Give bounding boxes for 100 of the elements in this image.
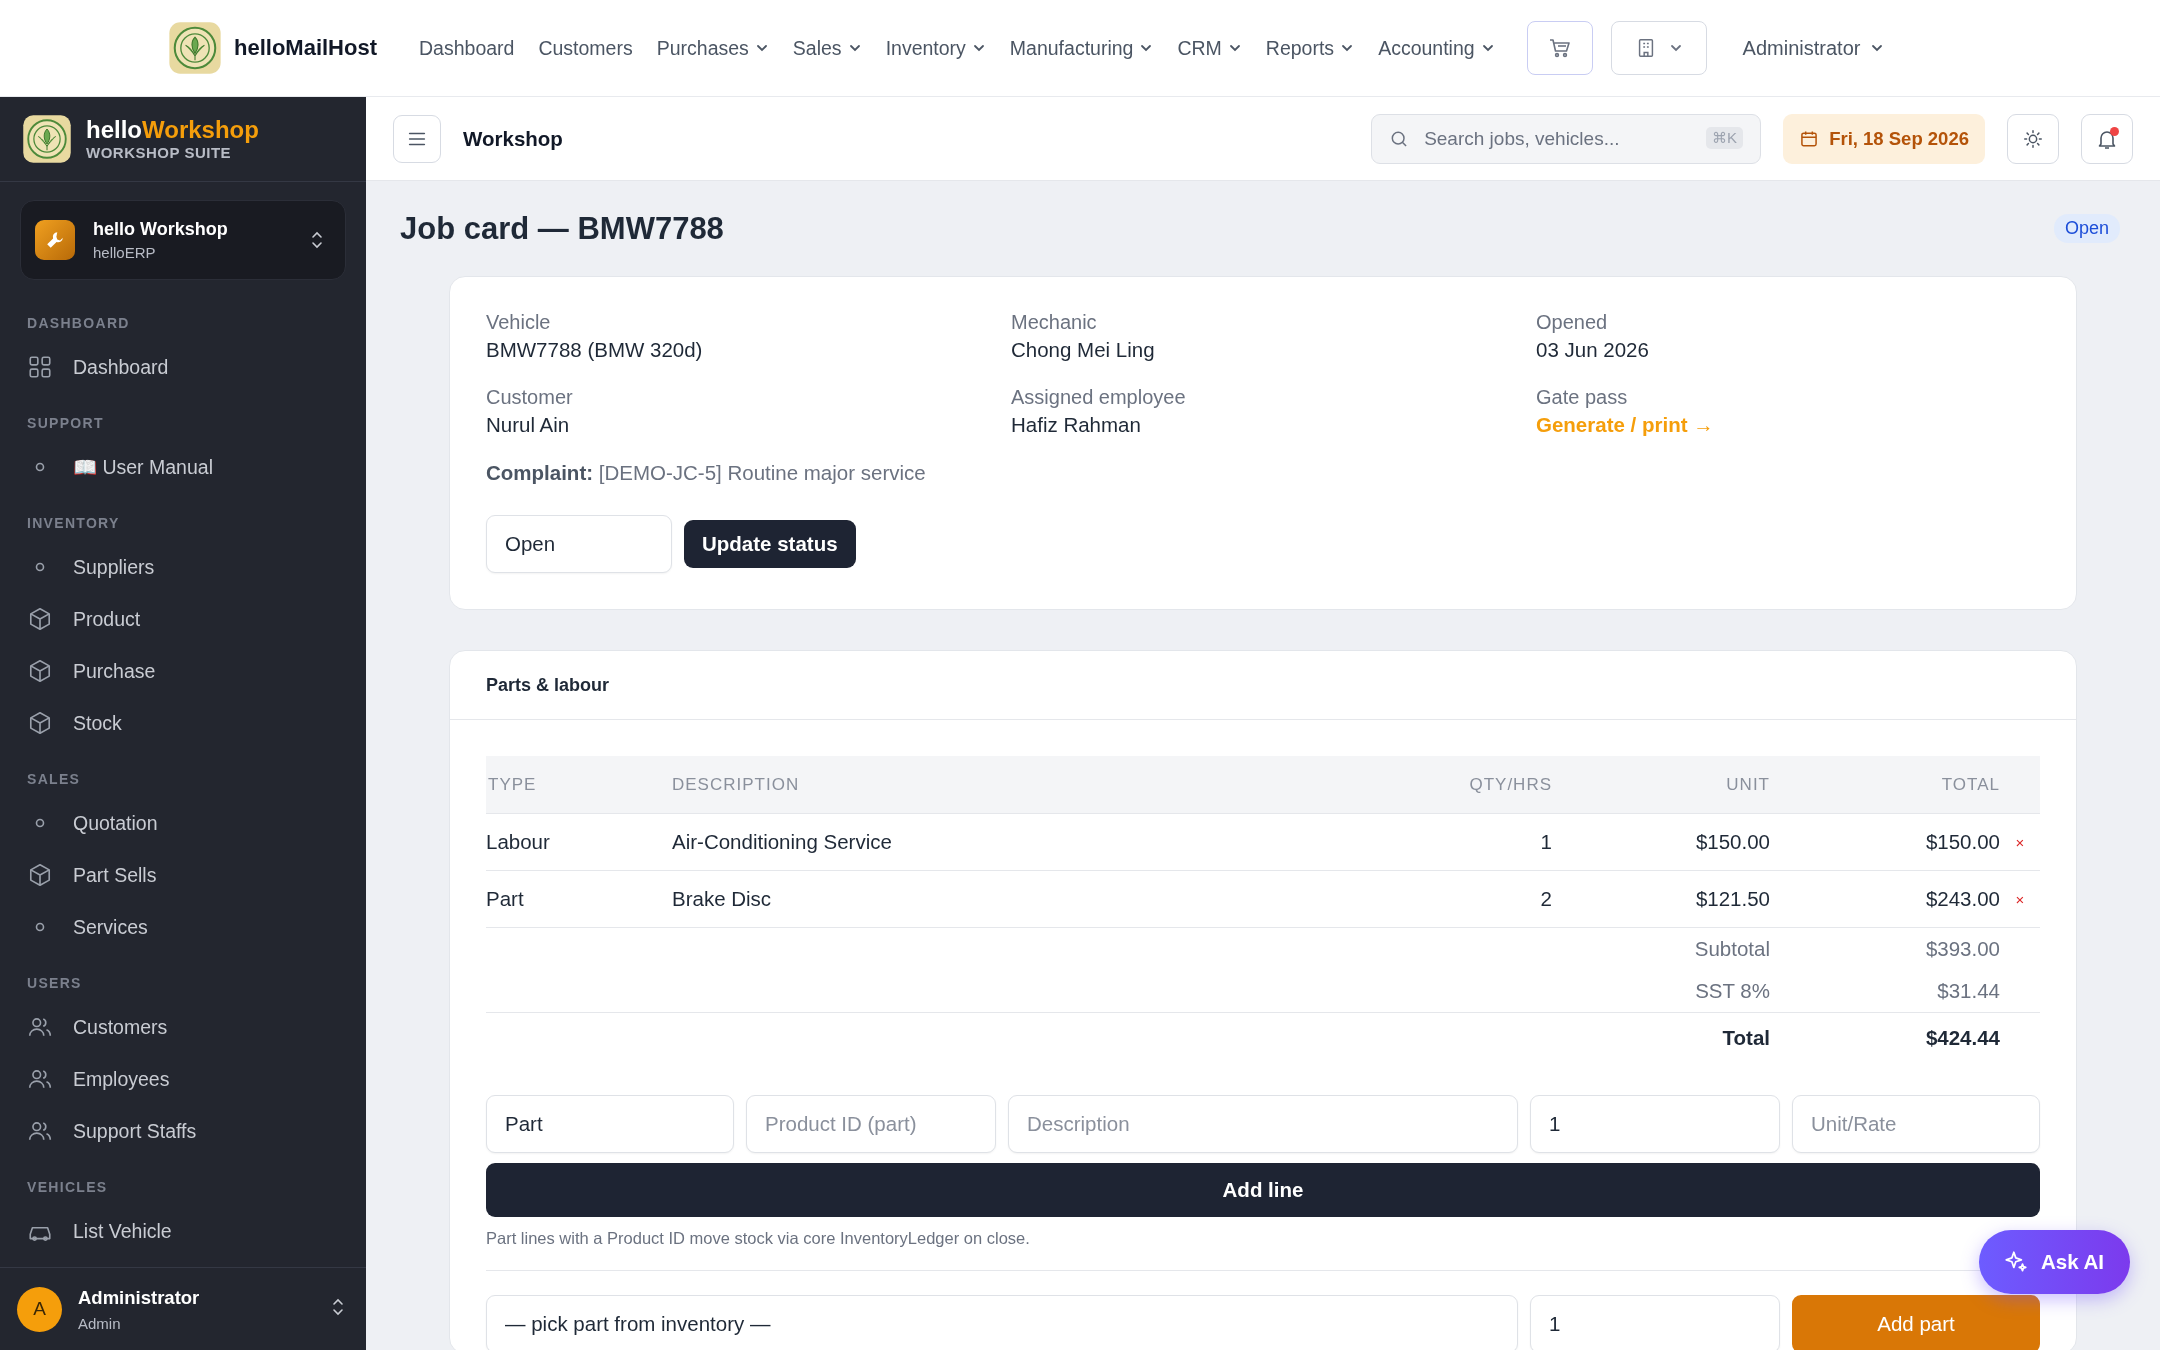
shortcut-hint: ⌘K xyxy=(1706,126,1744,149)
leaf-logo-icon xyxy=(168,21,222,75)
ask-ai-button[interactable]: Ask AI xyxy=(1978,1230,2130,1294)
cube-icon xyxy=(27,710,53,736)
column-header: QTY/HRS xyxy=(1468,774,1552,795)
status-select[interactable]: Open xyxy=(486,515,672,573)
field-label: Vehicle xyxy=(486,311,552,334)
update-status-button[interactable]: Update status xyxy=(684,520,856,568)
app-name: helloWorkshop xyxy=(86,117,259,144)
nav-link[interactable]: Customers xyxy=(526,28,645,68)
sidebar-item[interactable]: Stock xyxy=(27,697,366,749)
quantity-field[interactable]: 1 xyxy=(1530,1295,1780,1350)
sidebar-item[interactable]: Employees xyxy=(27,1053,366,1105)
input-field[interactable]: 1 xyxy=(1530,1095,1780,1153)
sidebar-item[interactable]: 📖 User Manual xyxy=(27,441,366,493)
input-field[interactable]: Description xyxy=(1008,1095,1518,1153)
sidebar-item[interactable]: Product xyxy=(27,593,366,645)
nav-link[interactable]: Accounting xyxy=(1366,28,1507,68)
panel-title: Parts & labour xyxy=(450,651,2076,720)
summary-label: SST 8% xyxy=(1694,979,1770,1003)
user-name: Administrator xyxy=(78,1286,201,1309)
type-select[interactable]: Part xyxy=(486,1095,734,1153)
user-menu[interactable]: Administrator xyxy=(1736,35,1891,61)
nav-link[interactable]: Dashboard xyxy=(407,28,527,68)
notification-dot xyxy=(2110,126,2119,136)
sidebar-item[interactable]: Support Staffs xyxy=(27,1105,366,1157)
workspace-subtitle: helloERP xyxy=(93,244,157,261)
nav-link[interactable]: Sales xyxy=(780,28,874,68)
workspace-switcher[interactable]: hello Workshop helloERP xyxy=(20,200,346,280)
nav-link[interactable]: Manufacturing xyxy=(997,28,1166,68)
workspace-name: hello Workshop xyxy=(93,219,229,240)
sidebar-item[interactable]: Services xyxy=(27,901,366,953)
help-text: Part lines with a Product ID move stock via core InventoryLedger on close. xyxy=(486,1229,1030,1248)
menu-button[interactable] xyxy=(393,114,441,163)
wrench-icon xyxy=(35,220,75,260)
table-cell-text: Air-Conditioning Service xyxy=(672,830,893,854)
remove-button[interactable]: × xyxy=(2015,890,2025,908)
company-dropdown[interactable] xyxy=(1610,21,1707,75)
sidebar-item[interactable]: Suppliers xyxy=(27,541,366,593)
user-role: Admin xyxy=(78,1314,122,1332)
date-badge[interactable]: Fri, 18 Sep 2026 xyxy=(1783,113,1985,164)
section-heading: SALES xyxy=(27,770,82,789)
table-cell-text: $150.00 xyxy=(1694,830,1770,854)
input-field[interactable]: Unit/Rate xyxy=(1792,1095,2040,1153)
nav-link[interactable]: Reports xyxy=(1253,28,1367,68)
nav-link[interactable]: Purchases xyxy=(644,28,781,68)
table-cell-text: Labour xyxy=(486,830,551,854)
field-label: Customer xyxy=(486,386,574,409)
column-header: TOTAL xyxy=(1940,774,2000,795)
cube-icon xyxy=(27,658,53,684)
notifications-button[interactable] xyxy=(2081,113,2133,164)
cart-button[interactable] xyxy=(1526,21,1593,75)
section-heading: VEHICLES xyxy=(27,1178,109,1197)
grid-icon xyxy=(27,354,53,380)
table-cell-text: Part xyxy=(486,887,525,911)
summary-label: Total xyxy=(1721,1026,1770,1050)
remove-button[interactable]: × xyxy=(2015,833,2025,851)
part-select[interactable]: — pick part from inventory — xyxy=(486,1295,1518,1350)
field-value: Chong Mei Ling xyxy=(1011,338,1155,361)
column-header: DESCRIPTION xyxy=(672,774,801,795)
sidebar-item[interactable]: Customers xyxy=(27,1001,366,1053)
sidebar-item[interactable]: Part Sells xyxy=(27,849,366,901)
page-title: Job card — BMW7788 xyxy=(400,210,724,247)
sun-icon xyxy=(2022,127,2044,150)
table-cell-text: 2 xyxy=(1539,887,1552,911)
sparkle-icon xyxy=(2002,1249,2029,1275)
table-cell-text: $121.50 xyxy=(1694,887,1770,911)
app-subtitle: WORKSHOP SUITE xyxy=(86,143,233,161)
theme-button[interactable] xyxy=(2007,113,2059,164)
sidebar-item[interactable]: Dashboard xyxy=(27,341,366,393)
nav-link[interactable]: CRM xyxy=(1165,28,1254,68)
field-value: Nurul Ain xyxy=(486,413,570,436)
column-header: TYPE xyxy=(487,774,538,795)
status-badge: Open xyxy=(2053,214,2120,243)
table-cell-text: 1 xyxy=(1539,830,1552,854)
sidebar-item[interactable]: Quotation xyxy=(27,797,366,849)
column-header: UNIT xyxy=(1725,774,1770,795)
input-field[interactable]: Product ID (part) xyxy=(746,1095,996,1153)
field-label: Mechanic xyxy=(1011,311,1098,334)
field-label: Assigned employee xyxy=(1011,386,1187,409)
add-line-button[interactable]: Add line xyxy=(486,1163,2040,1217)
chevron-up-down-icon xyxy=(311,231,323,249)
sidebar-item[interactable]: List Vehicle xyxy=(27,1205,366,1257)
section-heading: DASHBOARD xyxy=(27,314,131,333)
summary-value: $424.44 xyxy=(1924,1026,2000,1050)
nav-link[interactable]: Inventory xyxy=(873,28,998,68)
avatar: A xyxy=(17,1286,62,1332)
section-heading: INVENTORY xyxy=(27,514,121,533)
table-cell-text: $243.00 xyxy=(1924,887,2000,911)
app-name: helloMailHost xyxy=(234,35,377,61)
summary-value: $31.44 xyxy=(1936,979,2000,1003)
field-value: BMW7788 (BMW 320d) xyxy=(486,338,703,361)
field-label: Gate pass xyxy=(1536,386,1629,409)
chevron-up-down-icon xyxy=(332,1298,344,1316)
cube-icon xyxy=(27,862,53,888)
sidebar-item[interactable]: Purchase xyxy=(27,645,366,697)
table-cell-text: $150.00 xyxy=(1924,830,2000,854)
table-cell-text: Brake Disc xyxy=(672,887,773,911)
field-label: Opened xyxy=(1536,311,1609,334)
field-value: 03 Jun 2026 xyxy=(1536,338,1649,361)
